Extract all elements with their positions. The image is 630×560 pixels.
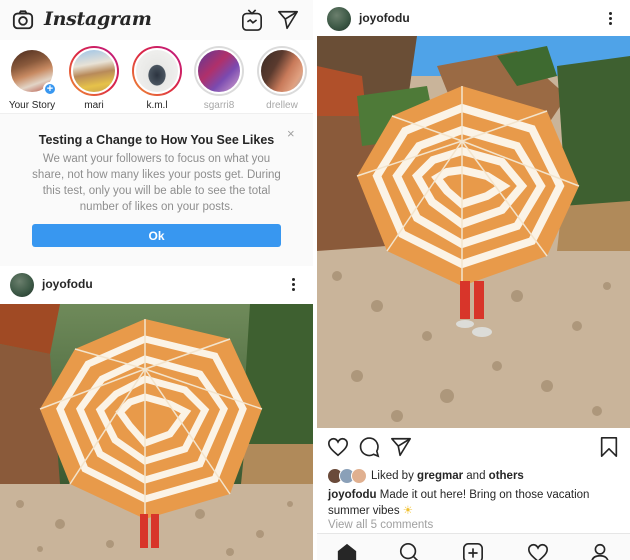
liker-avatars <box>327 468 369 484</box>
bottom-nav <box>317 533 630 560</box>
liked-by-and: and <box>466 470 486 482</box>
avatar <box>351 468 367 484</box>
notice-body: We want your followers to focus on what … <box>32 153 281 213</box>
story-label: sgarri8 <box>203 100 235 111</box>
camera-icon[interactable] <box>12 9 34 31</box>
post-username[interactable]: joyofodu <box>359 11 410 25</box>
avatar[interactable] <box>327 7 351 31</box>
post-photo[interactable] <box>0 304 313 560</box>
profile-icon[interactable] <box>589 542 611 560</box>
notice-title: Testing a Change to How You See Likes <box>38 133 275 147</box>
top-bar: Instagram <box>0 0 313 40</box>
add-story-icon[interactable]: + <box>43 82 57 96</box>
story-your-story[interactable]: + Your Story <box>3 46 61 111</box>
avatar <box>134 48 180 94</box>
story-mari[interactable]: mari <box>65 46 123 111</box>
post-photo[interactable] <box>317 36 630 428</box>
view-comments-link[interactable]: View all 5 comments <box>328 519 433 531</box>
story-label: k.m.l <box>146 100 168 111</box>
share-icon[interactable] <box>390 436 412 458</box>
story-drellew[interactable]: drellew <box>253 46 311 111</box>
home-icon[interactable] <box>336 542 358 560</box>
avatar <box>71 48 117 94</box>
activity-heart-icon[interactable] <box>527 542 549 560</box>
post-header: joyofodu <box>317 0 630 38</box>
umbrella-photo <box>317 36 630 428</box>
avatar <box>196 48 242 94</box>
left-phone-screen: Instagram + Your Story mari k.m.l sgarri… <box>0 0 313 560</box>
ok-button[interactable]: Ok <box>32 224 281 247</box>
likes-test-notice: × Testing a Change to How You See Likes … <box>0 114 313 266</box>
post-header: joyofodu <box>0 266 313 304</box>
igtv-icon[interactable] <box>241 8 263 32</box>
avatar[interactable] <box>10 273 34 297</box>
post-caption: joyofodu Made it out here! Bring on thos… <box>328 487 618 519</box>
story-label: drellew <box>266 100 298 111</box>
stories-tray: + Your Story mari k.m.l sgarri8 drellew <box>0 40 313 114</box>
liked-by-row[interactable]: Liked by gregmar and others <box>327 467 524 485</box>
right-phone-screen: joyofodu Liked by gregmar and others joy… <box>317 0 630 560</box>
more-vertical-icon[interactable] <box>605 10 615 28</box>
heart-icon[interactable] <box>327 436 349 458</box>
caption-username[interactable]: joyofodu <box>328 489 377 501</box>
post-username[interactable]: joyofodu <box>42 277 93 291</box>
more-vertical-icon[interactable] <box>288 276 298 294</box>
story-label: Your Story <box>8 100 56 111</box>
liked-by-user-link[interactable]: gregmar <box>417 470 463 482</box>
umbrella-photo <box>0 304 313 560</box>
avatar <box>259 48 305 94</box>
liked-by-prefix: Liked by <box>371 470 414 482</box>
instagram-logo: Instagram <box>44 8 152 30</box>
search-icon[interactable] <box>398 542 420 560</box>
paper-plane-icon[interactable] <box>277 9 299 31</box>
comment-icon[interactable] <box>358 436 380 458</box>
story-sgarri8[interactable]: sgarri8 <box>190 46 248 111</box>
bookmark-icon[interactable] <box>598 436 620 458</box>
post-actions <box>317 428 630 466</box>
story-label: mari <box>84 100 104 111</box>
story-kml[interactable]: k.m.l <box>128 46 186 111</box>
liked-by-others-link[interactable]: others <box>489 470 524 482</box>
sun-emoji-icon: ☀ <box>402 505 414 517</box>
add-post-icon[interactable] <box>462 542 484 560</box>
liked-by-text: Liked by gregmar and others <box>371 470 524 482</box>
